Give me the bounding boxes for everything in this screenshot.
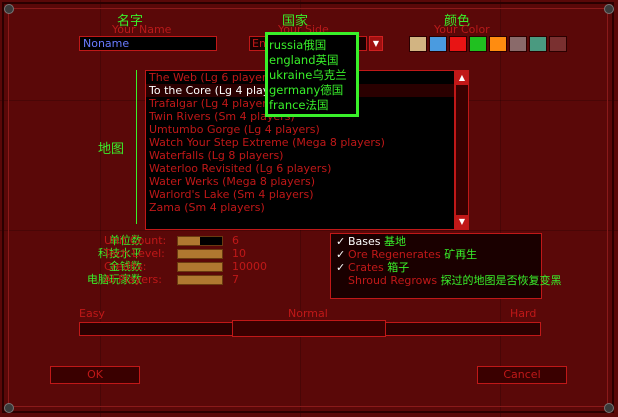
- corner-bolt: [604, 4, 614, 14]
- arrow-down-icon: ▼: [372, 39, 380, 48]
- stat-label: Unit Count:: [104, 234, 167, 247]
- side-option-en: france: [269, 98, 306, 112]
- multiplayer-setup-screen: 名字 Your Name 国家 Your Side 颜色 Your Color …: [0, 0, 618, 417]
- stat-slider-fill: [178, 250, 222, 258]
- checkmark-icon: ✓: [336, 261, 346, 274]
- option-label: Ore Regenerates: [348, 248, 445, 261]
- color-swatch[interactable]: [429, 36, 447, 52]
- side-option-zh: 俄国: [303, 38, 327, 52]
- corner-bolt: [604, 403, 614, 413]
- map-bracket: [136, 70, 141, 224]
- difficulty-easy-label: Easy: [79, 307, 105, 320]
- option-label-zh: 矿再生: [444, 248, 478, 261]
- option-label: Shroud Regrows: [348, 274, 441, 287]
- checkmark-icon: ✓: [336, 248, 346, 261]
- color-swatch[interactable]: [409, 36, 427, 52]
- color-swatch[interactable]: [449, 36, 467, 52]
- option-label-zh: 探过的地图是否恢复变黑: [440, 274, 562, 287]
- option-toggle[interactable]: ✓ Crates 箱子: [336, 262, 409, 274]
- game-options-box: ✓ Bases 基地 ✓ Ore Regenerates 矿再生 ✓ Crates 箱子 S…: [330, 233, 562, 299]
- map-list-item[interactable]: Watch Your Step Extreme (Mega 8 players): [146, 136, 454, 149]
- map-list-item[interactable]: Warlord's Lake (Sm 4 players): [146, 188, 454, 201]
- stat-row: 单位数 Unit Count: 6: [40, 235, 270, 247]
- option-label: Crates: [348, 261, 388, 274]
- side-option[interactable]: ukraine乌克兰: [268, 68, 356, 83]
- stat-row: 金钱数 Credits: 10000: [40, 261, 270, 273]
- color-header: Your Color: [434, 23, 490, 36]
- color-swatch[interactable]: [509, 36, 527, 52]
- player-name-input[interactable]: Noname: [79, 36, 217, 51]
- stat-slider[interactable]: [177, 262, 223, 272]
- stat-value: 7: [232, 273, 239, 286]
- color-swatch[interactable]: [489, 36, 507, 52]
- option-toggle[interactable]: ✓ Ore Regenerates 矿再生: [336, 249, 477, 261]
- ok-button[interactable]: OK: [50, 366, 140, 384]
- stat-row: 电脑玩家数 AI Players: 7: [40, 274, 270, 286]
- map-label: 地图: [98, 142, 125, 157]
- side-option-zh: 英国: [315, 53, 339, 67]
- stat-slider[interactable]: [177, 236, 223, 246]
- stat-slider-fill: [178, 263, 222, 271]
- side-option-en: russia: [269, 38, 304, 52]
- difficulty-slider-thumb[interactable]: [232, 320, 386, 337]
- name-header: Your Name: [112, 23, 172, 36]
- stat-slider-fill: [178, 276, 222, 284]
- cancel-button[interactable]: Cancel: [477, 366, 567, 384]
- map-scrollbar[interactable]: ▲ ▼: [455, 70, 469, 230]
- map-list-item[interactable]: Umtumbo Gorge (Lg 4 players): [146, 123, 454, 136]
- side-option[interactable]: germany德国: [268, 83, 356, 98]
- stat-slider[interactable]: [177, 275, 223, 285]
- scroll-down-button[interactable]: ▼: [455, 215, 469, 229]
- stat-label: AI Players:: [104, 273, 162, 286]
- color-swatch[interactable]: [469, 36, 487, 52]
- checkmark-icon: ✓: [336, 235, 346, 248]
- stat-label: Credits:: [104, 260, 147, 273]
- map-list-item[interactable]: Water Werks (Mega 8 players): [146, 175, 454, 188]
- arrow-up-icon: ▲: [458, 73, 466, 82]
- stat-slider[interactable]: [177, 249, 223, 259]
- corner-bolt: [4, 403, 14, 413]
- corner-bolt: [4, 4, 14, 14]
- stat-value: 6: [232, 234, 239, 247]
- option-toggle[interactable]: Shroud Regrows 探过的地图是否恢复变黑: [336, 275, 562, 287]
- side-option-zh: 乌克兰: [312, 68, 347, 82]
- side-option-en: ukraine: [269, 68, 313, 82]
- map-list-item[interactable]: Waterfalls (Lg 8 players): [146, 149, 454, 162]
- side-option-en: germany: [269, 83, 321, 97]
- stat-label: Tech Level:: [104, 247, 165, 260]
- stat-slider-fill: [178, 237, 200, 245]
- stat-row: 科技水平 Tech Level: 10: [40, 248, 270, 260]
- color-swatch[interactable]: [529, 36, 547, 52]
- side-option[interactable]: france法国: [268, 98, 356, 113]
- option-label-zh: 箱子: [387, 261, 410, 274]
- color-swatch[interactable]: [549, 36, 567, 52]
- map-list-item[interactable]: Waterloo Revisited (Lg 6 players): [146, 162, 454, 175]
- difficulty-normal-label: Normal: [288, 307, 328, 320]
- side-dropdown-button[interactable]: ▼: [369, 36, 383, 51]
- stat-value: 10000: [232, 260, 267, 273]
- arrow-down-icon: ▼: [458, 217, 466, 226]
- side-option-en: england: [269, 53, 316, 67]
- side-option[interactable]: england英国: [268, 53, 356, 68]
- option-label: Bases: [348, 235, 385, 248]
- side-option-zh: 德国: [320, 83, 344, 97]
- map-list-item[interactable]: Zama (Sm 4 players): [146, 201, 454, 214]
- side-option-zh: 法国: [305, 98, 329, 112]
- side-dropdown-list[interactable]: russia俄国 england英国 ukraine乌克兰 germany德国 fran…: [265, 32, 359, 117]
- option-label-zh: 基地: [384, 235, 407, 248]
- stat-value: 10: [232, 247, 246, 260]
- side-option[interactable]: russia俄国: [268, 38, 356, 53]
- difficulty-hard-label: Hard: [510, 307, 537, 320]
- option-toggle[interactable]: ✓ Bases 基地: [336, 236, 406, 248]
- scroll-up-button[interactable]: ▲: [455, 71, 469, 85]
